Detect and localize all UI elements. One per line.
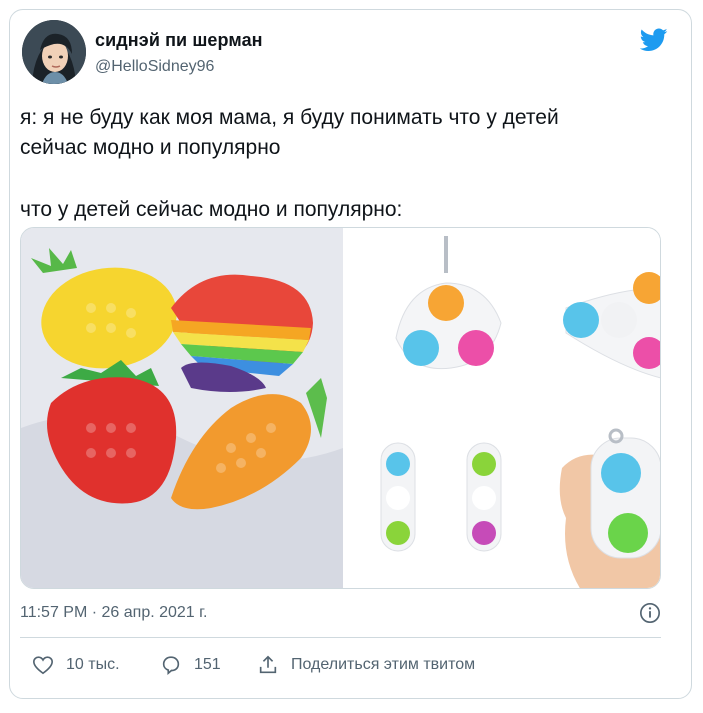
twitter-bird-icon[interactable] [640,28,668,52]
tweet-timestamp[interactable]: 11:57 PM · 26 апр. 2021 г. [20,604,207,622]
tweet-media[interactable] [20,227,661,589]
reply-count: 151 [194,656,221,673]
divider [20,637,661,638]
like-button[interactable]: 10 тыс. [32,654,120,676]
reply-button[interactable]: 151 [160,654,221,676]
share-label: Поделиться этим твитом [291,656,476,673]
tweet-text-line-3: что у детей сейчас модно и популярно: [20,198,403,221]
info-icon[interactable] [639,602,661,624]
share-button[interactable]: Поделиться этим твитом [257,654,475,676]
author-display-name[interactable]: сиднэй пи шерман [95,30,263,51]
reply-icon [162,656,180,676]
like-count: 10 тыс. [66,656,120,673]
tweet-text-line-1: я: я не буду как моя мама, я буду понима… [20,106,559,129]
tweet-media-image [21,228,660,588]
heart-icon [33,656,53,675]
avatar-image [22,20,86,84]
tweet-text-line-2: сейчас модно и популярно [20,136,281,159]
author-handle[interactable]: @HelloSidney96 [95,58,214,76]
share-icon [259,655,277,674]
avatar[interactable] [22,20,86,84]
